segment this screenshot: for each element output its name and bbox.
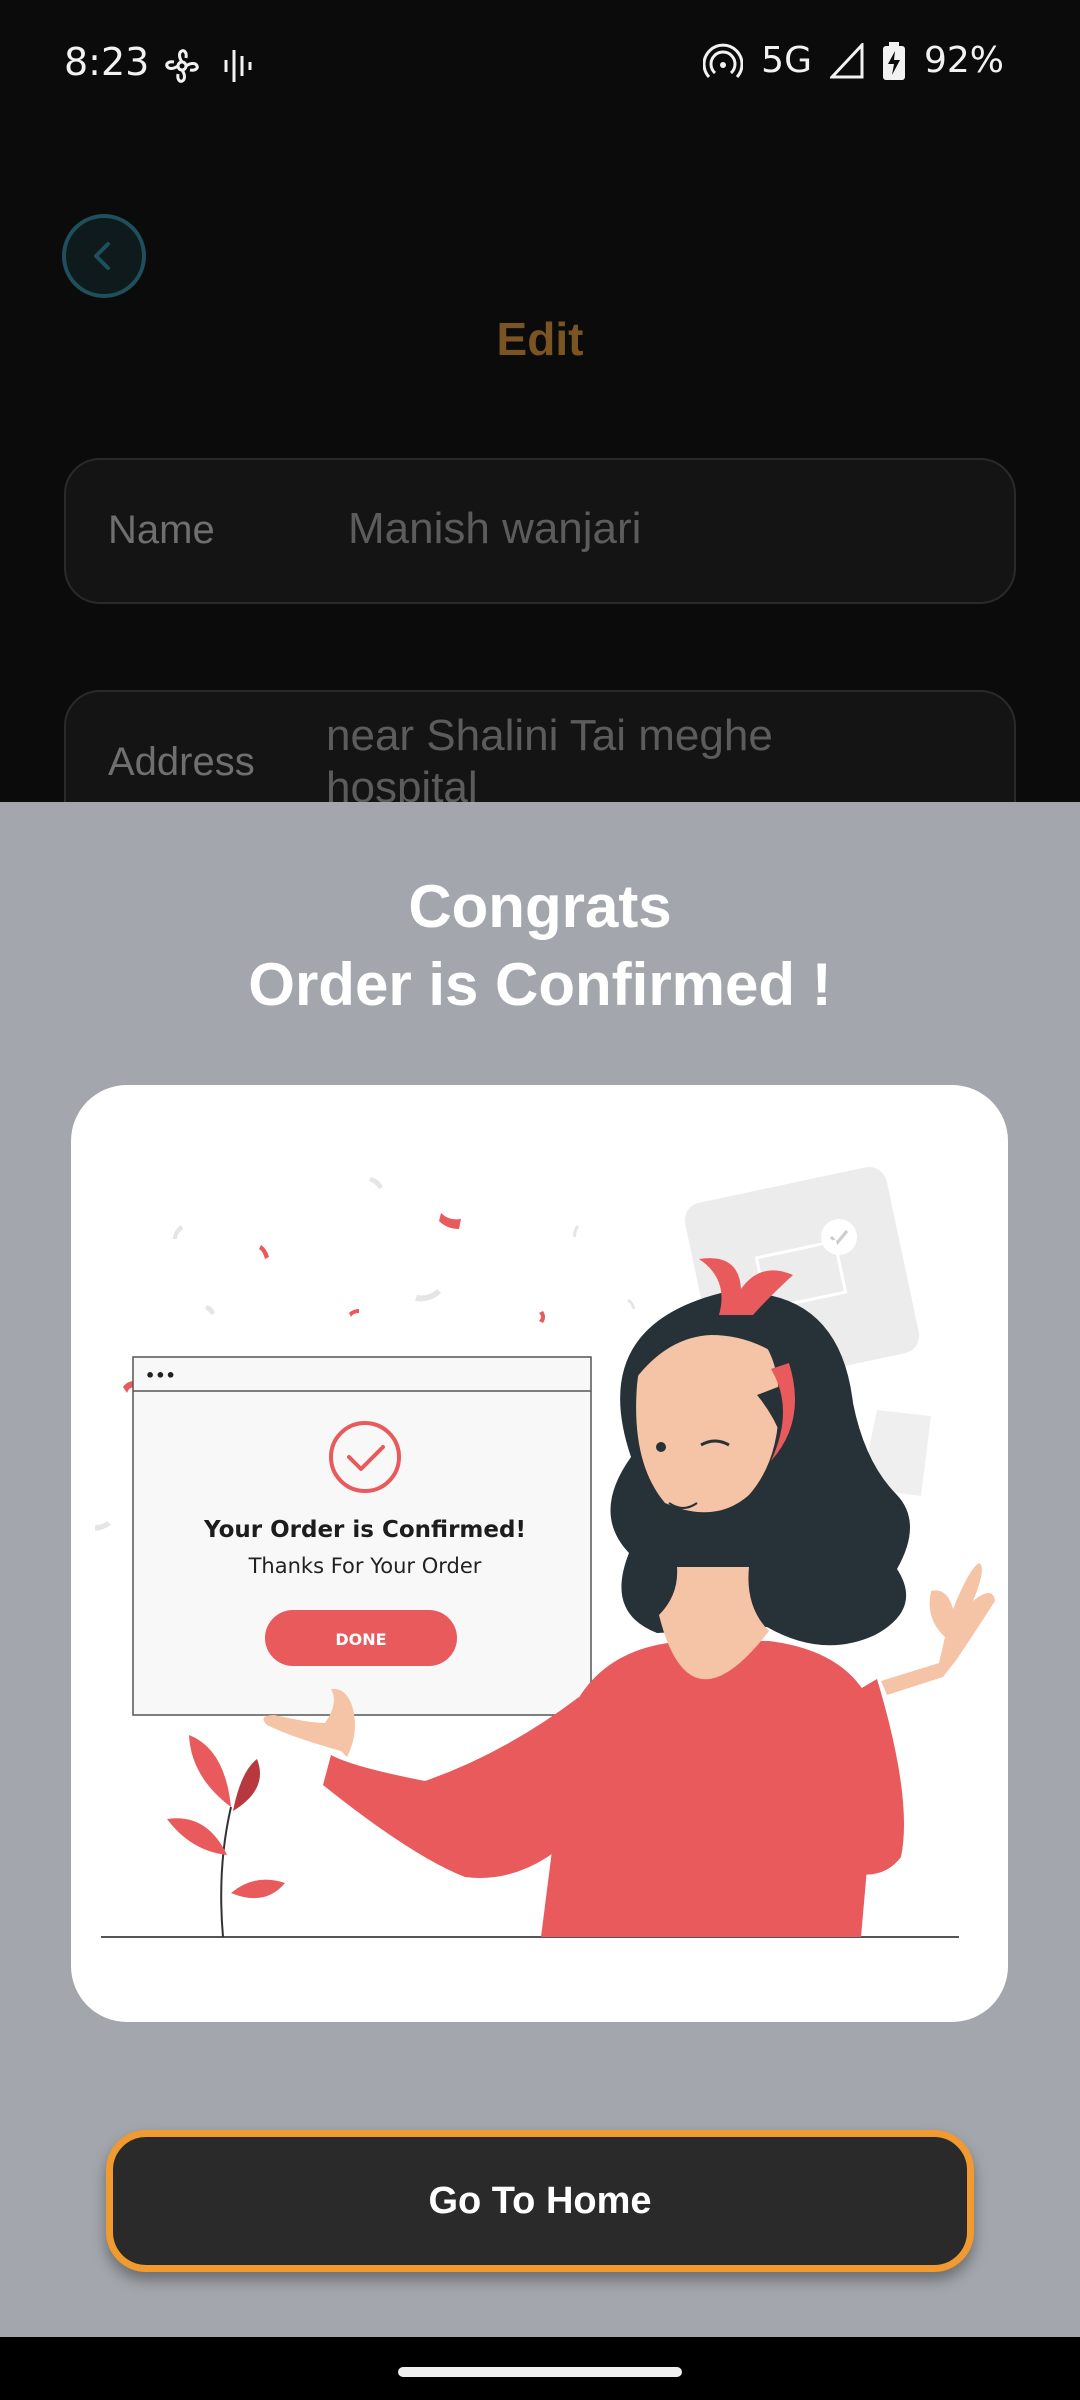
illustration-heading: Your Order is Confirmed! [203,1517,526,1543]
name-field[interactable]: Name Manish wanjari [64,458,1016,604]
chevron-left-icon [94,242,110,270]
home-indicator[interactable] [398,2367,682,2377]
name-value: Manish wanjari [348,504,642,553]
window-dots: ••• [145,1366,176,1385]
dialog-title: Congrats Order is Confirmed ! [0,868,1080,1024]
order-confirmed-illustration: ••• Your Order is Confirmed! Thanks For … [71,1085,1008,2022]
confirmation-window: ••• Your Order is Confirmed! Thanks For … [132,1356,592,1716]
plant-decoration [167,1735,285,1938]
illustration-done-label: DONE [335,1630,386,1649]
page-title: Edit [496,313,584,365]
name-label: Name [108,508,215,552]
navigation-bar [0,2337,1080,2400]
illustration-subtext: Thanks For Your Order [248,1554,482,1578]
dialog-title-line2: Order is Confirmed ! [248,951,832,1018]
back-button[interactable] [62,214,146,298]
go-to-home-label: Go To Home [428,2179,652,2222]
address-value: near Shalini Tai meghe hospital [326,711,773,812]
address-label: Address [108,740,255,784]
go-to-home-button[interactable]: Go To Home [106,2130,974,2272]
dialog-title-line1: Congrats [408,873,672,940]
illustration-svg: ••• Your Order is Confirmed! Thanks For … [95,1167,995,1938]
order-confirmed-dialog: Congrats Order is Confirmed ! ••• Your O… [0,802,1080,2337]
edit-screen: Edit Name Manish wanjari Address near Sh… [0,0,1080,850]
